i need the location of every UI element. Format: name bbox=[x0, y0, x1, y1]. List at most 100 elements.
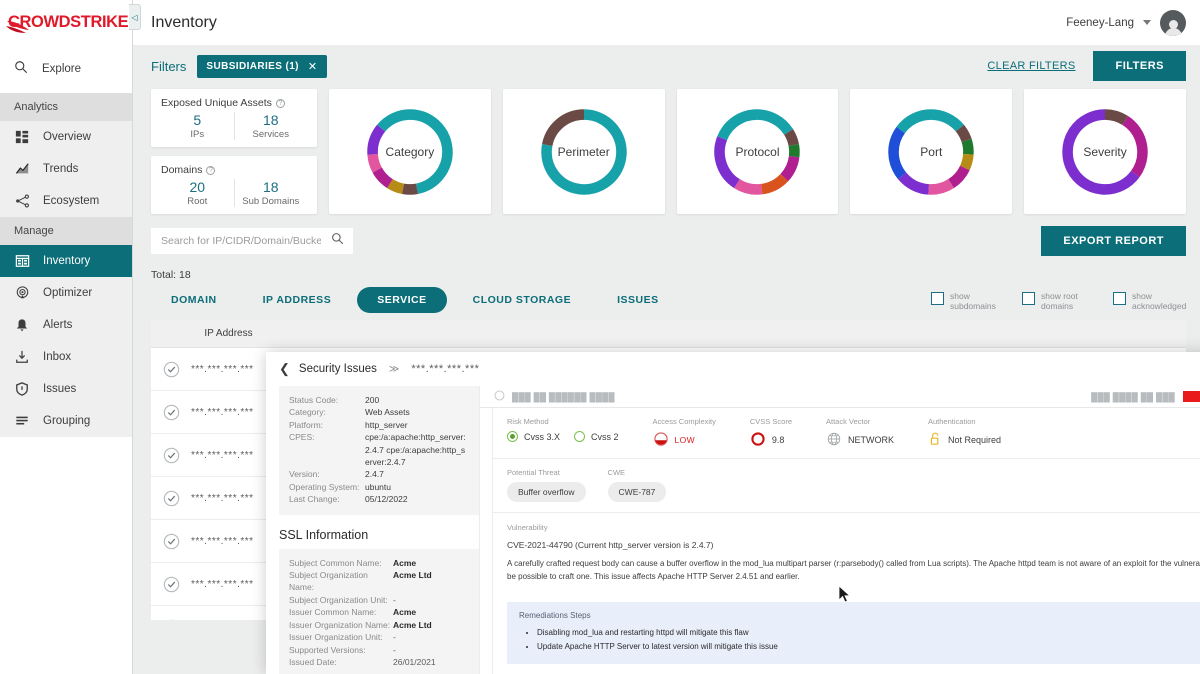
sidebar-item-label: Trends bbox=[43, 163, 78, 175]
donut-card-protocol[interactable]: Protocol bbox=[677, 89, 839, 214]
ssl-detail-value: - bbox=[393, 631, 469, 643]
filters-button[interactable]: FILTERS bbox=[1093, 51, 1186, 81]
sidebar-item-issues[interactable]: Issues bbox=[0, 373, 132, 405]
info-icon[interactable]: ? bbox=[276, 99, 285, 108]
detail-value: Web Assets bbox=[365, 406, 469, 418]
checkbox-box[interactable] bbox=[1022, 292, 1035, 305]
sidebar-item-explore[interactable]: Explore bbox=[0, 45, 132, 93]
ssl-detail-key: Subject Common Name: bbox=[289, 557, 393, 569]
checkbox-show-root-domains[interactable]: show root domains bbox=[1022, 291, 1095, 311]
cards-row: Exposed Unique Assets ? 5 IPs 18 Service… bbox=[133, 87, 1200, 214]
ssl-detail-value: Acme bbox=[393, 606, 469, 618]
detail-row: Operating System:ubuntu bbox=[289, 481, 469, 493]
sidebar-item-label: Inventory bbox=[43, 255, 90, 267]
search-icon[interactable] bbox=[331, 232, 344, 250]
crowdstrike-logo[interactable]: CROWDSTRIKE bbox=[0, 0, 132, 45]
checkbox-box[interactable] bbox=[1113, 292, 1126, 305]
donut-card-category[interactable]: Category bbox=[329, 89, 491, 214]
radio-cvss-3x[interactable] bbox=[507, 431, 518, 442]
modal-title[interactable]: Security Issues bbox=[299, 363, 377, 375]
row-status-icon[interactable] bbox=[151, 404, 191, 421]
checkbox-box[interactable] bbox=[931, 292, 944, 305]
metric-label: Attack Vector bbox=[826, 417, 894, 426]
modal-left-panel: Status Code:200Category:Web AssetsPlatfo… bbox=[266, 386, 479, 674]
threat-pill[interactable]: Buffer overflow bbox=[507, 482, 586, 502]
checkbox-label: show root domains bbox=[1041, 291, 1095, 311]
sidebar-item-inventory[interactable]: Inventory bbox=[0, 245, 132, 277]
list-icon bbox=[14, 413, 30, 429]
tab-service[interactable]: SERVICE bbox=[357, 287, 446, 313]
row-status-icon[interactable] bbox=[151, 619, 191, 621]
detail-value: cpe:/a:apache:http_server:2.4.7 cpe:/a:a… bbox=[365, 431, 469, 468]
grid-icon bbox=[14, 129, 30, 145]
sidebar-item-optimizer[interactable]: Optimizer bbox=[0, 277, 132, 309]
tab-cloud-storage[interactable]: CLOUD STORAGE bbox=[453, 287, 591, 313]
metric-risk-method: Risk Method Cvss 3.X Cvss 2 bbox=[507, 417, 653, 449]
cwe-label: CWE bbox=[608, 468, 667, 477]
detail-key: Category: bbox=[289, 406, 365, 418]
row-status-icon[interactable] bbox=[151, 447, 191, 464]
tabs-row: DOMAIN IP ADDRESS SERVICE CLOUD STORAGE … bbox=[133, 281, 1200, 313]
stat-value: 18 bbox=[235, 179, 308, 195]
sidebar-item-grouping[interactable]: Grouping bbox=[0, 405, 132, 437]
metrics-row: Risk Method Cvss 3.X Cvss 2 bbox=[493, 408, 1200, 458]
security-issues-modal: ❮ Security Issues ≫ ***.***.***.*** ✕ St… bbox=[266, 352, 1200, 674]
checkbox-show-subdomains[interactable]: show subdomains bbox=[931, 291, 1004, 311]
row-status-icon[interactable] bbox=[151, 361, 191, 378]
potential-threat: Potential Threat Buffer overflow bbox=[507, 468, 608, 502]
close-icon[interactable]: ✕ bbox=[308, 60, 318, 73]
metric-cvss-score: CVSS Score 9.8 bbox=[750, 417, 826, 449]
ssl-detail-value: Acme Ltd bbox=[393, 619, 469, 631]
sidebar-item-label: Ecosystem bbox=[43, 195, 99, 207]
user-menu[interactable]: Feeney-Lang bbox=[1066, 10, 1186, 36]
export-report-button[interactable]: EXPORT REPORT bbox=[1041, 226, 1186, 256]
donut-card-severity[interactable]: Severity bbox=[1024, 89, 1186, 214]
checkbox-show-acknowledged[interactable]: show acknowledged bbox=[1113, 291, 1186, 311]
filter-chip-subsidiaries[interactable]: SUBSIDIARIES (1) ✕ bbox=[197, 55, 326, 78]
cwe-pill[interactable]: CWE-787 bbox=[608, 482, 667, 502]
tab-domain[interactable]: DOMAIN bbox=[151, 287, 237, 313]
stat-root: 20 Root bbox=[161, 179, 234, 207]
sidebar-group-manage: Manage bbox=[0, 217, 132, 245]
info-icon[interactable]: ? bbox=[206, 166, 215, 175]
sidebar-item-overview[interactable]: Overview bbox=[0, 121, 132, 153]
row-status-icon[interactable] bbox=[151, 490, 191, 507]
donut-card-port[interactable]: Port bbox=[850, 89, 1012, 214]
filter-chip-label: SUBSIDIARIES (1) bbox=[206, 61, 299, 72]
tab-ip-address[interactable]: IP ADDRESS bbox=[243, 287, 352, 313]
detail-value: http_server bbox=[365, 419, 469, 431]
app-root: CROWDSTRIKE Explore Analytics Overview bbox=[0, 0, 1200, 674]
donut-card-perimeter[interactable]: Perimeter bbox=[503, 89, 665, 214]
metric-access-complexity: Access Complexity LOW bbox=[653, 417, 750, 449]
search-box[interactable] bbox=[151, 228, 353, 254]
back-chevron-icon[interactable]: ❮ bbox=[279, 361, 290, 377]
ssl-detail-key: Issued Date: bbox=[289, 656, 393, 668]
checkbox-label: show subdomains bbox=[950, 291, 1004, 311]
search-input[interactable] bbox=[161, 235, 321, 247]
sidebar-item-ecosystem[interactable]: Ecosystem bbox=[0, 185, 132, 217]
sidebar-item-label: Alerts bbox=[43, 319, 72, 331]
tab-issues[interactable]: ISSUES bbox=[597, 287, 679, 313]
row-status-icon[interactable] bbox=[151, 576, 191, 593]
radio-cvss-2[interactable] bbox=[574, 431, 585, 442]
truncated-issue-row[interactable]: ███ ██ ██████ ████ ███ ████ ██ ███ ⋮ bbox=[480, 386, 1200, 408]
clear-filters-link[interactable]: CLEAR FILTERS bbox=[987, 60, 1075, 72]
ssl-detail-value: Acme Ltd bbox=[393, 569, 469, 594]
sidebar-item-inbox[interactable]: Inbox bbox=[0, 341, 132, 373]
sidebar-item-trends[interactable]: Trends bbox=[0, 153, 132, 185]
sidebar-item-alerts[interactable]: Alerts bbox=[0, 309, 132, 341]
column-header-ip-address[interactable]: IP Address bbox=[151, 328, 306, 339]
issue-detail-panel: Risk Method Cvss 3.X Cvss 2 bbox=[492, 408, 1200, 674]
sidebar-collapse-toggle[interactable]: ◁ bbox=[129, 4, 141, 30]
modal-right-panel: ███ ██ ██████ ████ ███ ████ ██ ███ ⋮ Ris… bbox=[479, 386, 1200, 674]
shield-icon bbox=[14, 381, 30, 397]
stat-label: Root bbox=[161, 196, 234, 207]
sidebar-item-label: Grouping bbox=[43, 415, 90, 427]
remediation-step: Update Apache HTTP Server to latest vers… bbox=[537, 640, 1200, 654]
chevron-down-icon[interactable] bbox=[1143, 20, 1151, 25]
modal-body: Status Code:200Category:Web AssetsPlatfo… bbox=[266, 386, 1200, 674]
detail-value: ubuntu bbox=[365, 481, 469, 493]
row-status-icon[interactable] bbox=[151, 533, 191, 550]
avatar[interactable] bbox=[1160, 10, 1186, 36]
detail-row: Last Change:05/12/2022 bbox=[289, 493, 469, 505]
